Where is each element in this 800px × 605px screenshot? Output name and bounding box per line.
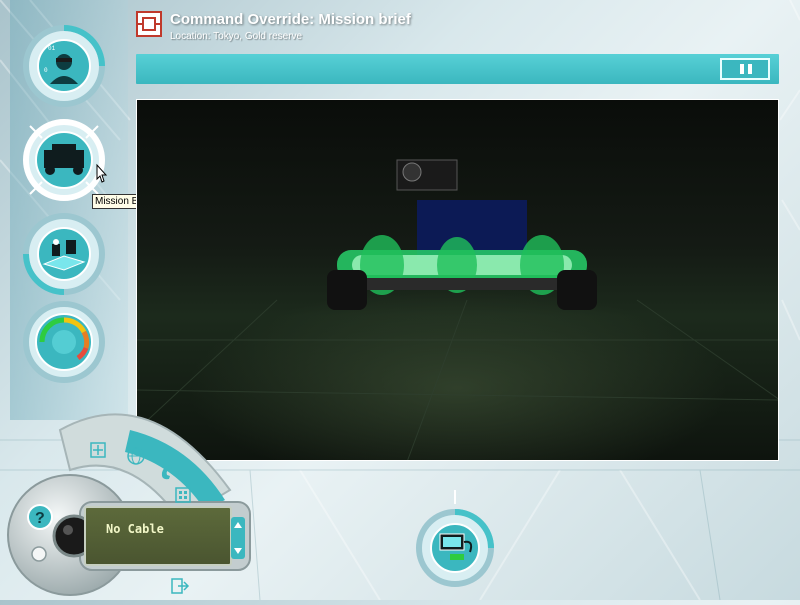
nav-status-button[interactable]	[22, 300, 106, 384]
page-title: Command Override: Mission brief	[170, 11, 411, 28]
location-subtitle: Location: Tokyo, Gold reserve	[170, 31, 303, 42]
display-text: No Cable	[106, 522, 164, 536]
gauge-icon	[23, 301, 105, 383]
computer-button[interactable]	[414, 490, 496, 590]
computer-icon	[416, 490, 494, 587]
help-label: ?	[35, 510, 45, 527]
svg-text:0: 0	[44, 67, 48, 74]
svg-text:01: 01	[48, 45, 56, 52]
crosshair-icon[interactable]	[88, 440, 108, 465]
pause-icon-bar	[748, 64, 752, 74]
nav-build-button[interactable]	[22, 212, 106, 296]
pause-button[interactable]	[720, 58, 770, 80]
globe-icon[interactable]	[126, 446, 146, 471]
pointer-cursor-icon	[92, 163, 112, 192]
scroll-arrows-icon[interactable]	[230, 516, 246, 565]
control-console	[0, 390, 260, 600]
build-icon	[23, 213, 105, 295]
secondary-button[interactable]	[30, 545, 48, 568]
agent-profile-icon: 01 0	[23, 25, 105, 107]
nav-profile-button[interactable]: 01 0	[22, 24, 106, 108]
status-display: No Cable	[84, 506, 232, 566]
pause-icon	[740, 64, 744, 74]
exit-icon[interactable]	[170, 576, 190, 601]
help-button[interactable]: ?	[26, 503, 54, 536]
toolbar-strip	[136, 54, 779, 84]
mission-header-icon	[136, 11, 162, 37]
